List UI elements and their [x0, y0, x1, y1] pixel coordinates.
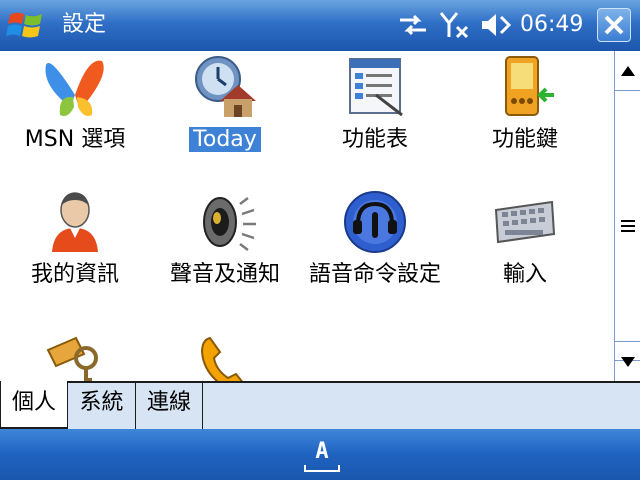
msn-options-label: MSN 選項 [24, 127, 126, 152]
phone-icon [190, 330, 260, 381]
today-item[interactable]: Today [150, 51, 300, 181]
voice-command-headset-icon [340, 190, 410, 254]
tab-connections[interactable]: 連線 [136, 381, 203, 429]
volume-off-icon[interactable] [478, 10, 514, 40]
no-signal-icon[interactable] [438, 10, 472, 40]
tab-system[interactable]: 系統 [68, 381, 136, 429]
voice-command-settings-label: 語音命令設定 [308, 262, 441, 287]
owner-info-person-icon [40, 190, 110, 254]
input-item[interactable]: 輸入 [450, 186, 600, 316]
menus-item[interactable]: 功能表 [300, 51, 450, 181]
phone-item[interactable] [150, 326, 300, 381]
today-label: Today [150, 125, 300, 155]
msn-options-item[interactable]: MSN 選項 [0, 51, 150, 181]
menu-window-icon [340, 55, 410, 119]
buttons-label: 功能鍵 [491, 127, 558, 152]
close-button[interactable] [597, 8, 631, 42]
windows-start-icon[interactable] [6, 7, 46, 43]
scroll-down-button[interactable] [615, 341, 640, 381]
buttons-item[interactable]: 功能鍵 [450, 51, 600, 181]
sounds-notifications-item[interactable]: 聲音及通知 [150, 186, 300, 316]
owner-information-item[interactable]: 我的資訊 [0, 186, 150, 316]
lock-item[interactable] [0, 326, 150, 381]
voice-command-settings-item[interactable]: 語音命令設定 [300, 186, 450, 316]
arrow-down-icon [620, 356, 635, 367]
tab-bar: 個人 系統 連線 [0, 381, 640, 429]
menus-label: 功能表 [341, 127, 408, 152]
settings-icon-grid: MSN 選項 Today 功能表 功能鍵 我的資訊 聲音及通知 語音命令設定 輸… [0, 51, 614, 381]
today-clock-house-icon [190, 55, 260, 119]
title-bar: 設定 06:49 [0, 0, 640, 51]
arrow-up-icon [620, 65, 635, 76]
tab-personal[interactable]: 個人 [0, 381, 68, 429]
sounds-notifications-label: 聲音及通知 [169, 262, 280, 287]
close-icon [604, 15, 624, 35]
menu-bar: A [0, 429, 640, 480]
connectivity-icon[interactable] [396, 10, 430, 40]
clock[interactable]: 06:49 [520, 10, 583, 40]
vertical-scrollbar[interactable] [614, 51, 640, 381]
buttons-device-icon [490, 55, 560, 119]
msn-butterfly-icon [40, 55, 110, 119]
keys-lock-icon [40, 330, 110, 381]
owner-information-label: 我的資訊 [30, 262, 119, 287]
grip-icon [620, 219, 635, 232]
sip-label: A [315, 439, 329, 464]
speaker-icon [190, 190, 260, 254]
input-panel-button[interactable]: A [304, 439, 340, 472]
scroll-up-button[interactable] [615, 51, 640, 91]
scroll-thumb[interactable] [615, 91, 640, 361]
window-title: 設定 [62, 12, 107, 37]
keyboard-icon [490, 190, 560, 254]
input-label: 輸入 [502, 262, 547, 287]
keyboard-underline-icon [304, 465, 340, 472]
